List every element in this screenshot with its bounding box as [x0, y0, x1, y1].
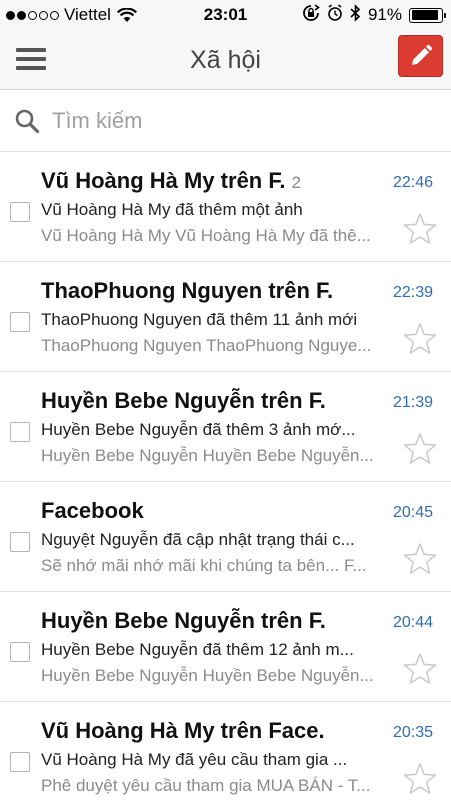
- message-snippet: ThaoPhuong Nguyen ThaoPhuong Nguye...: [41, 336, 372, 355]
- select-checkbox[interactable]: [10, 312, 30, 332]
- list-item[interactable]: Huyền Bebe Nguyễn trên F. 20:44 Huyền Be…: [0, 592, 451, 702]
- message-time: 20:35: [392, 724, 433, 741]
- nav-bar: Xã hội: [0, 30, 451, 90]
- star-icon[interactable]: [403, 432, 437, 464]
- star-icon[interactable]: [403, 542, 437, 574]
- message-snippet: Huyền Bebe Nguyễn Huyền Bebe Nguyễn...: [41, 666, 374, 685]
- list-item[interactable]: Vũ Hoàng Hà My trên F. 2 22:46 Vũ Hoàng …: [0, 152, 451, 262]
- message-time: 20:45: [392, 504, 433, 521]
- search-input[interactable]: [52, 108, 412, 134]
- message-subject: Huyền Bebe Nguyễn đã thêm 12 ảnh m...: [41, 640, 354, 659]
- battery-icon: [409, 7, 446, 23]
- message-time: 22:46: [392, 174, 433, 191]
- message-subject: Vũ Hoàng Hà My đã thêm một ảnh: [41, 200, 303, 219]
- carrier-name: Viettel: [64, 5, 111, 24]
- status-bar: Viettel 23:01 91%: [0, 0, 451, 30]
- sender-name: Facebook: [41, 498, 144, 523]
- message-time: 21:39: [392, 394, 433, 411]
- list-item[interactable]: Huyền Bebe Nguyễn trên F. 21:39 Huyền Be…: [0, 372, 451, 482]
- wifi-icon: [116, 7, 137, 23]
- pencil-icon: [411, 44, 432, 65]
- alarm-icon: [327, 3, 343, 27]
- message-subject: Nguyệt Nguyễn đã cập nhật trạng thái c..…: [41, 530, 355, 549]
- battery-percent: 91%: [367, 5, 402, 24]
- select-checkbox[interactable]: [10, 532, 30, 552]
- message-subject: Vũ Hoàng Hà My đã yêu cầu tham gia ...: [41, 750, 348, 769]
- compose-button[interactable]: [398, 35, 443, 77]
- star-icon[interactable]: [403, 322, 437, 354]
- message-subject: Huyền Bebe Nguyễn đã thêm 3 ảnh mớ...: [41, 420, 356, 439]
- list-item[interactable]: Facebook 20:45 Nguyệt Nguyễn đã cập nhật…: [0, 482, 451, 592]
- select-checkbox[interactable]: [10, 642, 30, 662]
- star-icon[interactable]: [403, 212, 437, 244]
- select-checkbox[interactable]: [10, 752, 30, 772]
- list-item[interactable]: ThaoPhuong Nguyen trên F. 22:39 ThaoPhuo…: [0, 262, 451, 372]
- star-icon[interactable]: [403, 652, 437, 684]
- select-checkbox[interactable]: [10, 202, 30, 222]
- signal-dots-icon: [6, 10, 59, 20]
- search-icon: [14, 108, 40, 134]
- select-checkbox[interactable]: [10, 422, 30, 442]
- sender-name: Huyền Bebe Nguyễn trên F.: [41, 388, 326, 413]
- message-subject: ThaoPhuong Nguyen đã thêm 11 ảnh mới: [41, 310, 358, 329]
- bluetooth-icon: [350, 3, 361, 27]
- page-title: Xã hội: [190, 46, 261, 74]
- message-snippet: Phê duyệt yêu cầu tham gia MUA BÁN - T..…: [41, 776, 371, 795]
- message-snippet: Sẽ nhớ mãi nhớ mãi khi chúng ta bên... F…: [41, 556, 367, 575]
- star-icon[interactable]: [403, 762, 437, 794]
- sender-name: Vũ Hoàng Hà My trên F.: [41, 168, 286, 193]
- search-bar: [0, 91, 451, 152]
- sender-name: ThaoPhuong Nguyen trên F.: [41, 278, 334, 303]
- message-snippet: Vũ Hoàng Hà My Vũ Hoàng Hà My đã thê...: [41, 226, 371, 245]
- list-item[interactable]: Vũ Hoàng Hà My trên Face. 20:35 Vũ Hoàng…: [0, 702, 451, 800]
- message-list: Vũ Hoàng Hà My trên F. 2 22:46 Vũ Hoàng …: [0, 152, 451, 800]
- sender-name: Huyền Bebe Nguyễn trên F.: [41, 608, 326, 633]
- thread-count: 2: [291, 173, 301, 192]
- sender-name: Vũ Hoàng Hà My trên Face.: [41, 718, 325, 743]
- message-time: 20:44: [392, 614, 433, 631]
- message-time: 22:39: [392, 284, 433, 301]
- rotation-lock-icon: [302, 3, 320, 27]
- message-snippet: Huyền Bebe Nguyễn Huyền Bebe Nguyễn...: [41, 446, 374, 465]
